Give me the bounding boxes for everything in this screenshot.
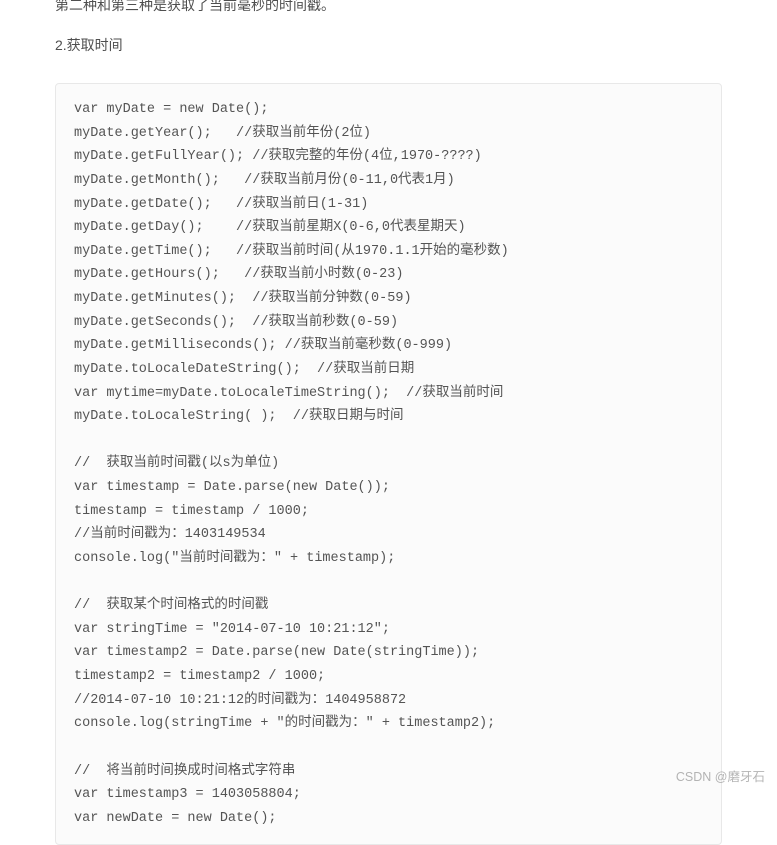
article-content: 第二种和第三种是获取了当前毫秒的时间戳。 2.获取时间 var myDate =… (0, 0, 777, 845)
code-block[interactable]: var myDate = new Date(); myDate.getYear(… (55, 83, 722, 845)
section-heading: 2.获取时间 (55, 35, 722, 55)
top-paragraph: 第二种和第三种是获取了当前毫秒的时间戳。 (55, 0, 722, 15)
